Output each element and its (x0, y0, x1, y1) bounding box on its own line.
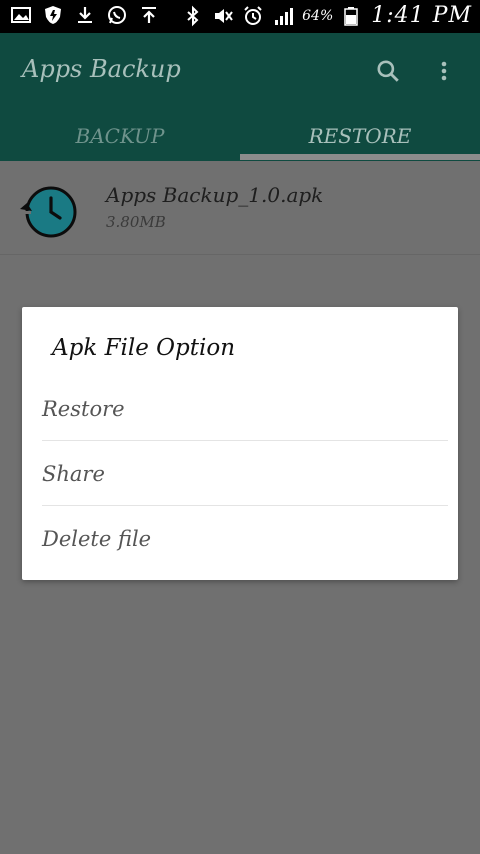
share-option-label: Share (42, 462, 105, 486)
gallery-icon (10, 4, 32, 26)
restore-option-label: Restore (42, 397, 125, 421)
whatsapp-icon (106, 4, 128, 26)
alarm-icon (242, 5, 264, 27)
bluetooth-icon (182, 5, 204, 27)
file-name: Apps Backup_1.0.apk (106, 183, 324, 207)
share-option[interactable]: Share (22, 442, 458, 506)
restore-clock-icon (18, 181, 80, 243)
dialog-title: Apk File Option (52, 335, 236, 361)
file-size: 3.80MB (106, 213, 166, 231)
delete-file-option-label: Delete file (42, 527, 152, 551)
shield-icon (42, 4, 64, 26)
restore-option[interactable]: Restore (22, 377, 458, 441)
upload-icon (138, 4, 160, 26)
search-icon (377, 60, 399, 82)
status-bar: 64% 1:41 PM (0, 0, 480, 33)
delete-file-option[interactable]: Delete file (22, 507, 458, 571)
more-vert-icon (441, 61, 447, 81)
search-button[interactable] (368, 51, 408, 91)
app-bar: Apps Backup (0, 33, 480, 111)
tab-indicator (240, 154, 480, 160)
tab-backup[interactable]: BACKUP (0, 111, 240, 161)
apk-option-dialog: Apk File Option Restore Share Delete fil… (22, 307, 458, 580)
app-title: Apps Backup (22, 55, 181, 83)
mute-icon (212, 5, 234, 27)
overflow-menu-button[interactable] (424, 51, 464, 91)
signal-icon (272, 5, 294, 27)
battery-icon (341, 5, 363, 27)
file-list-item[interactable]: Apps Backup_1.0.apk 3.80MB (0, 161, 480, 255)
option-divider (42, 505, 448, 506)
battery-percent: 64% (302, 7, 334, 24)
download-icon (74, 4, 96, 26)
clock: 1:41 PM (371, 3, 472, 28)
list-divider (0, 254, 480, 255)
option-divider (42, 440, 448, 441)
